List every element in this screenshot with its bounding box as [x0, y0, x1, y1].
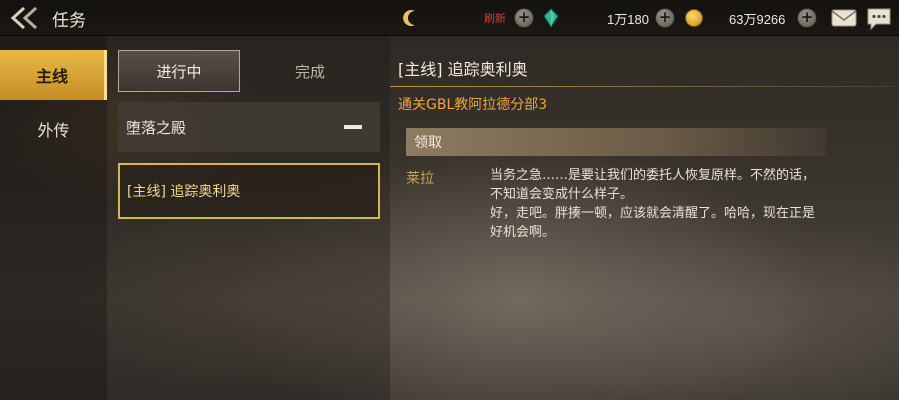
- collapse-icon[interactable]: [344, 125, 362, 129]
- dialogue-line: 当务之急……是要让我们的委托人恢复原样。不然的话，不知道会变成什么样子。: [490, 168, 816, 202]
- refresh-label[interactable]: 刷新: [484, 10, 506, 26]
- tab-side-story[interactable]: 外传: [0, 104, 107, 154]
- quest-objective: 通关GBL教阿拉德分部3: [398, 97, 548, 113]
- currency-b-plus-button[interactable]: +: [797, 8, 817, 28]
- quest-group-name: 堕落之殿: [126, 118, 187, 137]
- quest-title: [主线] 追踪奥利奥: [398, 60, 528, 79]
- quest-detail-panel: [主线] 追踪奥利奥 通关GBL教阿拉德分部3 领取 莱拉 当务之急……是要让我…: [390, 36, 899, 400]
- mail-icon[interactable]: [831, 9, 857, 27]
- quest-item-label: [主线] 追踪奥利奥: [127, 184, 241, 200]
- tab-main-story[interactable]: 主线: [0, 50, 107, 100]
- back-button[interactable]: [8, 4, 42, 32]
- page-title: 任务: [52, 11, 86, 31]
- top-bar: 任务 刷新 + 1万180 + 63万9266 +: [0, 0, 899, 36]
- quest-group-header[interactable]: 堕落之殿: [118, 102, 380, 152]
- tab-in-progress[interactable]: 进行中: [118, 50, 240, 92]
- currency-b-value: 63万9266: [729, 12, 786, 27]
- crescent-moon-icon: [403, 9, 415, 26]
- chat-icon[interactable]: [866, 7, 892, 31]
- dialogue-text: 当务之急……是要让我们的委托人恢复原样。不然的话，不知道会变成什么样子。 好，走…: [490, 166, 825, 242]
- green-gem-icon: [543, 8, 559, 28]
- claim-label: 领取: [414, 135, 442, 151]
- refresh-plus-button[interactable]: +: [514, 8, 534, 28]
- tab-completed[interactable]: 完成: [249, 50, 371, 92]
- quest-list-panel: 进行中 完成 堕落之殿 [主线] 追踪奥利奥: [107, 36, 390, 400]
- currency-a-plus-button[interactable]: +: [655, 8, 675, 28]
- list-item[interactable]: [主线] 追踪奥利奥: [118, 163, 380, 219]
- title-divider: [390, 86, 895, 87]
- dialogue-line: 好，走吧。胖揍一顿，应该就会清醒了。哈哈，现在正是好机会啊。: [490, 206, 816, 240]
- npc-name: 莱拉: [406, 171, 434, 187]
- currency-a-value: 1万180: [607, 12, 649, 27]
- gold-coin-icon: [685, 9, 703, 27]
- back-arrow-icon: [10, 6, 38, 30]
- category-sidebar: 主线 外传: [0, 36, 107, 400]
- claim-button[interactable]: 领取: [406, 128, 826, 156]
